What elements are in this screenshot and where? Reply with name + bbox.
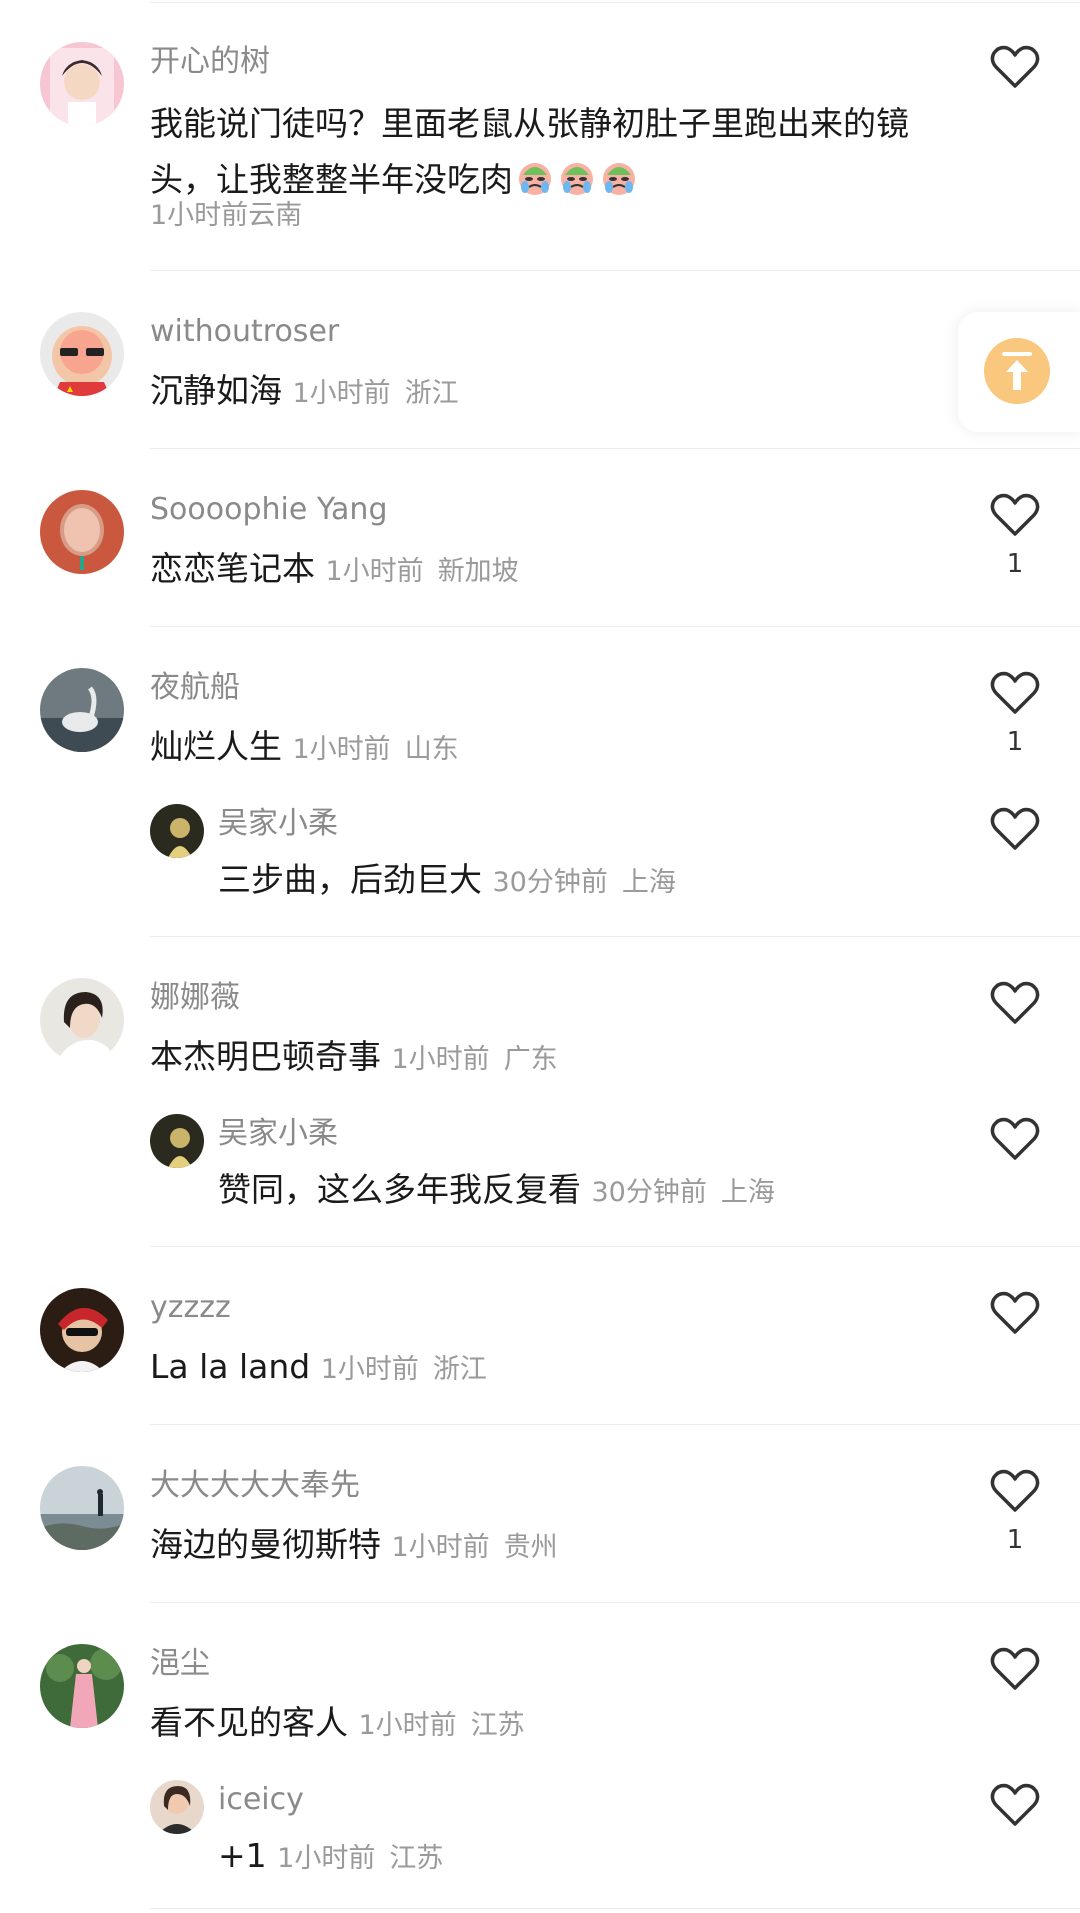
heart-outline-icon (990, 1469, 1040, 1512)
heart-outline-icon (990, 45, 1040, 88)
like-button[interactable] (990, 492, 1040, 538)
avatar[interactable] (40, 1466, 124, 1550)
comment-author[interactable]: 夜航船 (150, 668, 240, 708)
scroll-to-top-icon (1002, 352, 1032, 390)
avatar[interactable] (40, 42, 124, 126)
avatar[interactable] (150, 804, 204, 858)
crying-face-icon (561, 163, 593, 195)
heart-outline-icon (990, 671, 1040, 714)
comment-meta: 1小时前 新加坡 (325, 556, 519, 587)
comment-text: 灿烂人生 1小时前 山东 (150, 727, 459, 766)
like-button[interactable] (990, 1468, 1040, 1514)
comment-text: La la land 1小时前 浙江 (150, 1347, 487, 1386)
comment-author[interactable]: 娜娜薇 (150, 978, 240, 1018)
comment-meta: 1小时前云南 (150, 200, 303, 231)
reply-meta: 30分钟前 上海 (591, 1177, 775, 1208)
heart-outline-icon (990, 1291, 1040, 1334)
comment-text: 沉静如海 1小时前 浙江 (150, 371, 459, 410)
comment-text: 本杰明巴顿奇事 1小时前 广东 (150, 1037, 558, 1076)
crying-face-icon (519, 163, 551, 195)
divider (150, 270, 1080, 271)
avatar[interactable] (40, 1288, 124, 1372)
like-count: 1 (1006, 727, 1024, 757)
reply-text: 三步曲，后劲巨大 30分钟前 上海 (218, 860, 676, 899)
reply-meta: 30分钟前 上海 (492, 867, 676, 898)
divider (150, 1908, 1080, 1909)
comment-text: 海边的曼彻斯特 1小时前 贵州 (150, 1525, 558, 1564)
comment-meta: 1小时前 广东 (391, 1044, 558, 1075)
avatar[interactable] (40, 1644, 124, 1728)
reply-author[interactable]: 吴家小柔 (218, 804, 338, 844)
comment-text: 我能说门徒吗？里面老鼠从张静初肚子里跑出来的镜头，让我整整半年没吃肉 (150, 104, 909, 199)
comment-author[interactable]: withoutroser (150, 312, 339, 352)
heart-outline-icon (990, 1647, 1040, 1690)
heart-outline-icon (990, 807, 1040, 850)
divider (150, 626, 1080, 627)
divider (150, 448, 1080, 449)
reply-text: 赞同，这么多年我反复看 30分钟前 上海 (218, 1170, 775, 1209)
like-button[interactable] (990, 44, 1040, 90)
like-button[interactable] (990, 1116, 1040, 1162)
like-button[interactable] (990, 670, 1040, 716)
comment-author[interactable]: 浥尘 (150, 1644, 210, 1684)
divider (150, 936, 1080, 937)
comment-list: 开心的树 我能说门徒吗？里面老鼠从张静初肚子里跑出来的镜头，让我整整半年没吃肉 … (0, 0, 1080, 1913)
comment-meta: 1小时前 贵州 (391, 1532, 558, 1563)
comment-author[interactable]: yzzzz (150, 1288, 231, 1328)
comment-meta: 1小时前 山东 (292, 734, 459, 765)
comment-author[interactable]: 开心的树 (150, 42, 270, 82)
like-button[interactable] (990, 1290, 1040, 1336)
avatar[interactable] (40, 668, 124, 752)
like-count: 1 (1006, 1525, 1024, 1555)
comment-author[interactable]: Soooophie Yang (150, 490, 387, 530)
like-count: 1 (1006, 549, 1024, 579)
like-button[interactable] (990, 806, 1040, 852)
comment-meta: 1小时前 浙江 (292, 378, 459, 409)
reply-text: +1 1小时前 江苏 (218, 1836, 444, 1875)
like-button[interactable] (990, 1646, 1040, 1692)
heart-outline-icon (990, 1117, 1040, 1160)
like-button[interactable] (990, 1782, 1040, 1828)
avatar[interactable] (40, 312, 124, 396)
reply-meta: 1小时前 江苏 (277, 1843, 444, 1874)
heart-outline-icon (990, 981, 1040, 1024)
avatar[interactable] (150, 1114, 204, 1168)
comment-author[interactable]: 大大大大大奉先 (150, 1466, 360, 1506)
reply-author[interactable]: iceicy (218, 1780, 304, 1820)
crying-face-icon (603, 163, 635, 195)
scroll-to-top-button[interactable] (958, 312, 1080, 432)
avatar[interactable] (40, 978, 124, 1062)
comment-text: 恋恋笔记本 1小时前 新加坡 (150, 549, 519, 588)
divider (150, 1424, 1080, 1425)
like-button[interactable] (990, 980, 1040, 1026)
comment-meta: 1小时前 浙江 (320, 1354, 487, 1385)
avatar[interactable] (40, 490, 124, 574)
divider (150, 1602, 1080, 1603)
avatar[interactable] (150, 1780, 204, 1834)
divider (150, 1246, 1080, 1247)
heart-outline-icon (990, 493, 1040, 536)
comment-text: 看不见的客人 1小时前 江苏 (150, 1703, 525, 1742)
comment-meta: 1小时前 江苏 (358, 1710, 525, 1741)
reply-author[interactable]: 吴家小柔 (218, 1114, 338, 1154)
divider (150, 2, 1080, 3)
heart-outline-icon (990, 1783, 1040, 1826)
